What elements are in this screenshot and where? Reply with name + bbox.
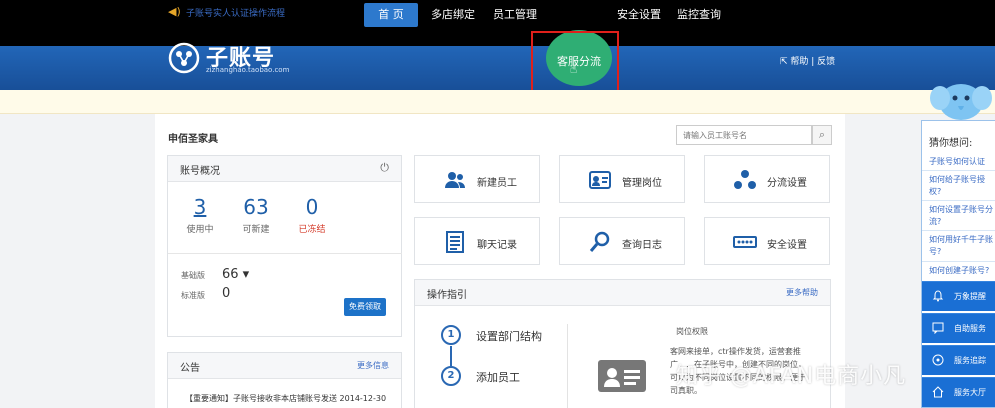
tile-security-settings[interactable]: 安全设置 [704, 217, 830, 265]
password-icon [733, 236, 757, 248]
stat-in-use[interactable]: 3 使用中 [175, 196, 225, 235]
edition-basic-label: 基础版 [181, 271, 205, 280]
power-icon[interactable]: ⏻ [380, 161, 389, 175]
sidebar-question[interactable]: 子账号如何认证 [929, 156, 995, 168]
announcement-more-link[interactable]: 更多信息 [357, 360, 389, 371]
tile-chat-records[interactable]: 聊天记录 [414, 217, 540, 265]
step-label[interactable]: 添加员工 [476, 369, 520, 385]
search-icon: ⌕ [818, 128, 826, 141]
notice-link[interactable]: 子账号实人认证操作流程 [186, 6, 285, 19]
guide-title: 操作指引 [427, 290, 467, 301]
edition-standard-value: 0 [222, 286, 231, 301]
overview-title: 账号概况 [180, 166, 220, 177]
step-label[interactable]: 设置部门结构 [476, 328, 542, 344]
sidebar-btn-tracking[interactable]: 服务追踪 [922, 345, 995, 375]
zhihu-watermark: 知乎 @AFAN电商小凡 [676, 364, 907, 389]
nav-monitor[interactable]: 监控查询 [674, 3, 724, 27]
speaker-icon: ◀) [168, 5, 181, 18]
guide-divider [567, 324, 568, 408]
free-claim-button[interactable]: 免费领取 [344, 298, 386, 316]
tile-query-logs[interactable]: 查询日志 [559, 217, 685, 265]
staff-search-field[interactable] [676, 125, 812, 145]
search-button[interactable]: ⌕ [812, 125, 832, 145]
step-connector [450, 346, 452, 366]
nav-security[interactable]: 安全设置 [614, 3, 664, 27]
brand-subtitle: zizhanghao.taobao.com [206, 66, 290, 74]
tracking-icon [932, 354, 944, 366]
edition-basic-dropdown[interactable]: 66 ▾ [222, 267, 249, 282]
id-card-icon [589, 171, 611, 189]
stat-frozen: 0 已冻结 [298, 195, 326, 235]
overview-divider [168, 253, 402, 254]
bell-icon [932, 290, 944, 302]
external-link-icon: ⇱ [780, 57, 791, 67]
stat-can-create: 63 可新建 [242, 195, 270, 235]
home-icon [932, 386, 944, 398]
nav-multi-store[interactable]: 多店绑定 [428, 3, 478, 27]
sidebar-question[interactable]: 如何设置子账号分流? [929, 204, 995, 228]
store-name: 申佰圣家具 [168, 134, 218, 145]
tile-manage-roles[interactable]: 管理岗位 [559, 155, 685, 203]
step-number: 1 [441, 325, 461, 345]
sidebar-question[interactable]: 如何创建子账号? [929, 265, 995, 277]
sidebar-title: 猜你想问: [929, 138, 973, 149]
tile-new-staff[interactable]: 新建员工 [414, 155, 540, 203]
nav-home[interactable]: 首 页 [364, 3, 418, 27]
help-feedback-link[interactable]: ⇱ 帮助 | 反馈 [780, 54, 835, 67]
sidebar-btn-service-hall[interactable]: 服务大厅 [922, 377, 995, 407]
sidebar-question[interactable]: 如何给子账号授权? [929, 174, 995, 198]
elephant-mascot-icon [930, 84, 992, 120]
notice-bar [0, 90, 995, 114]
users-icon [445, 172, 465, 188]
edition-standard-label: 标准版 [181, 291, 205, 300]
role-permission-title: 岗位权限 [676, 327, 708, 336]
tile-routing-settings[interactable]: 分流设置 [704, 155, 830, 203]
step-number: 2 [441, 366, 461, 386]
sidebar-question[interactable]: 如何用好千牛子账号? [929, 234, 995, 258]
magnifier-icon [589, 231, 610, 252]
staff-search-input[interactable] [677, 126, 811, 144]
top-header-bar [0, 46, 995, 90]
role-card-icon [598, 360, 646, 392]
announcement-title: 公告 [180, 363, 200, 374]
network-icon [734, 170, 756, 189]
nav-staff[interactable]: 员工管理 [490, 3, 540, 27]
guide-more-link[interactable]: 更多帮助 [786, 287, 818, 298]
role-description-line: 客网来接单，ctr操作发货，运营套推 [670, 347, 801, 356]
announcement-item[interactable]: 【重要通知】子账号接收非本店铺账号发送 2014-12-30 [185, 393, 386, 404]
sidebar-btn-self-service[interactable]: 自助服务 [922, 313, 995, 343]
sidebar-btn-reminder[interactable]: 万象提醒 [922, 281, 995, 311]
chat-icon [932, 322, 944, 334]
network-logo-icon [168, 42, 200, 74]
document-icon [446, 231, 464, 253]
